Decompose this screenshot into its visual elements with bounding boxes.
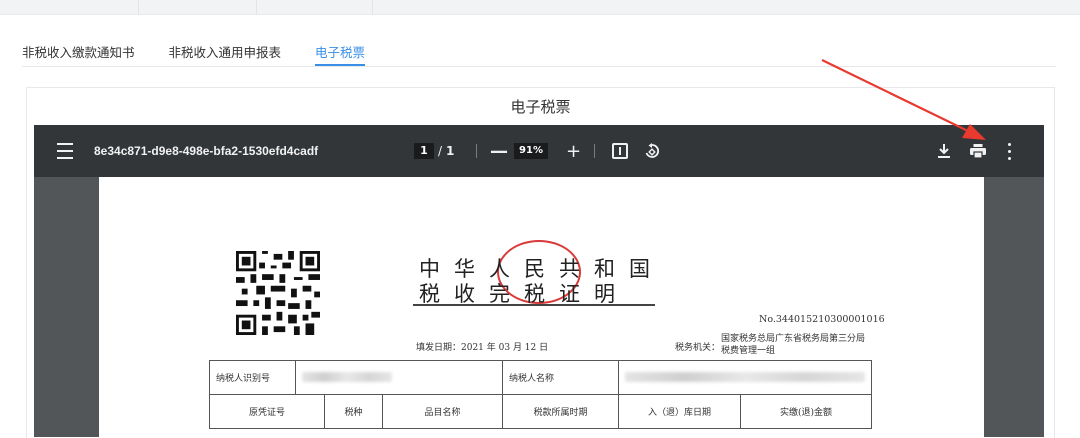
top-strip — [0, 0, 1080, 15]
taxpayer-id-value — [295, 360, 503, 395]
column-header: 原凭证号 — [209, 394, 325, 429]
toolbar-divider — [594, 144, 595, 158]
column-header: 入（退）库日期 — [618, 394, 741, 429]
tax-certificate-table: 纳税人识别号 纳税人名称 原凭证号 税种 品目名称 税款所属时期 入（退）库日期… — [209, 360, 872, 429]
top-strip-divider — [372, 0, 373, 14]
fit-page-icon[interactable] — [612, 125, 628, 177]
column-header: 税种 — [324, 394, 383, 429]
pdf-toolbar: 8e34c871-d9e8-498e-bfa2-1530efd4cadf 1 /… — [34, 125, 1044, 177]
fill-date: 填发日期：2021 年 03 月 12 日 — [416, 343, 549, 353]
file-name: 8e34c871-d9e8-498e-bfa2-1530efd4cadf — [94, 144, 319, 158]
page-total: 1 — [446, 144, 455, 158]
page-indicator: 1 / 1 — [414, 125, 454, 177]
tax-office: 国家税务总局广东省税务局第三分局税费管理一组 — [721, 334, 866, 356]
document-number: No.344015210300001016 — [759, 314, 885, 325]
download-icon[interactable] — [938, 125, 950, 177]
zoom-out-button[interactable]: — — [490, 125, 508, 177]
top-strip-divider — [138, 0, 139, 14]
column-header: 品目名称 — [382, 394, 503, 429]
zoom-level: 91% — [514, 125, 548, 177]
tab-underline-rule — [22, 66, 1056, 67]
qr-code-image — [236, 251, 320, 335]
menu-icon[interactable] — [56, 125, 74, 177]
redacted-value — [302, 372, 392, 383]
tab-bar: 非税收入缴款通知书 非税收入通用申报表 电子税票 — [22, 36, 399, 66]
column-header: 税款所属时期 — [502, 394, 619, 429]
zoom-input[interactable]: 91% — [514, 143, 548, 159]
title-underline — [413, 304, 655, 306]
more-vert-icon[interactable] — [1008, 125, 1011, 177]
card-title: 电子税票 — [510, 98, 571, 116]
page-number-input[interactable]: 1 — [414, 143, 434, 159]
page-separator: / — [438, 144, 443, 158]
tax-office-label: 税务机关： — [675, 343, 721, 353]
column-header: 实缴(退)金额 — [740, 394, 872, 429]
taxpayer-name-label: 纳税人名称 — [502, 360, 619, 395]
tab-electronic-tax-ticket[interactable]: 电子税票 — [315, 36, 366, 66]
redacted-value — [625, 372, 865, 383]
zoom-in-button[interactable]: + — [566, 125, 581, 177]
toolbar-divider — [476, 144, 477, 158]
rotate-icon[interactable] — [644, 125, 660, 177]
print-icon[interactable] — [970, 125, 986, 177]
taxpayer-id-label: 纳税人识别号 — [209, 360, 296, 395]
table-row: 纳税人识别号 纳税人名称 — [209, 360, 872, 395]
tab-nontax-payment-notice[interactable]: 非税收入缴款通知书 — [22, 36, 135, 66]
pdf-viewer: 8e34c871-d9e8-498e-bfa2-1530efd4cadf 1 /… — [34, 125, 1044, 437]
pdf-page: 中华人民共和国 税收完税证明 No.344015210300001016 填发日… — [99, 177, 984, 437]
top-strip-divider — [256, 0, 257, 14]
taxpayer-name-value — [618, 360, 872, 395]
table-header-row: 原凭证号 税种 品目名称 税款所属时期 入（退）库日期 实缴(退)金额 — [209, 394, 872, 429]
tab-nontax-general-declaration[interactable]: 非税收入通用申报表 — [169, 36, 282, 66]
